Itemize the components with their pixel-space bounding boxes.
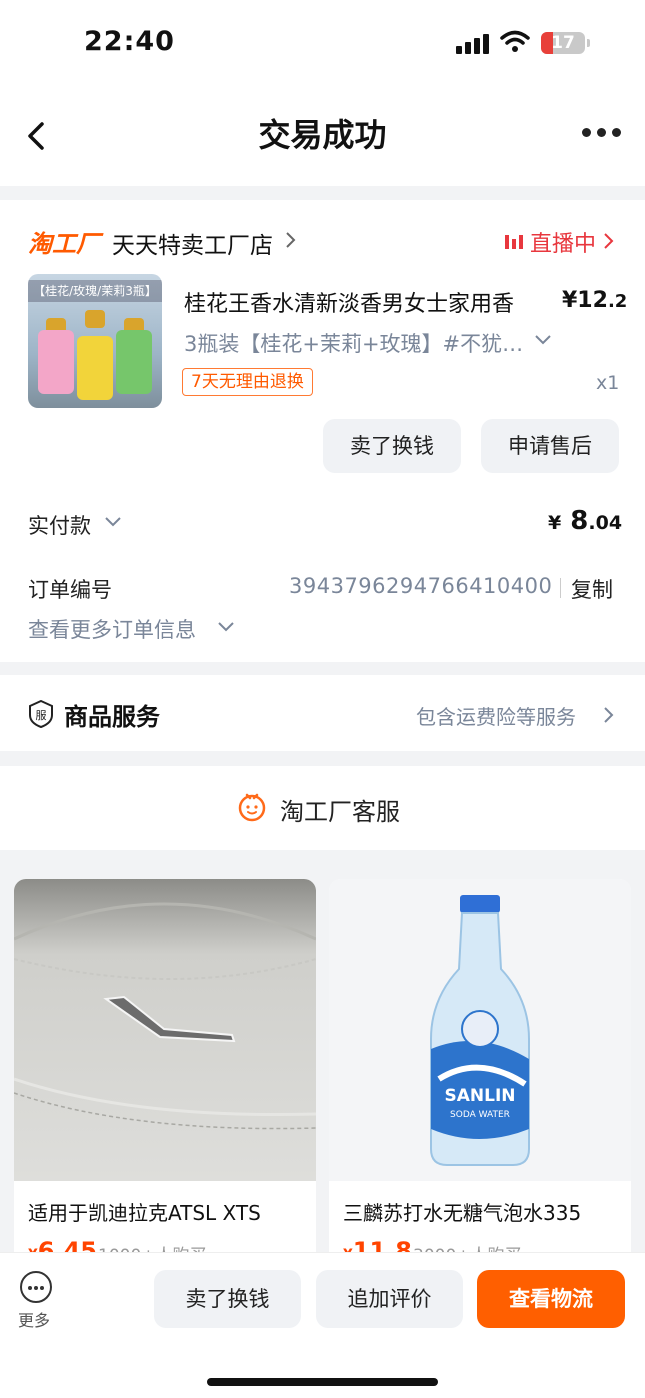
customer-service-card[interactable]: 淘工厂客服 [0,766,645,850]
chevron-right-icon [604,707,614,723]
chevron-down-icon[interactable] [104,516,122,528]
service-shield-icon: 服 [29,700,53,728]
status-bar: 22:40 17 [0,0,645,88]
svg-text:SODA WATER: SODA WATER [450,1110,510,1120]
customer-service-label: 淘工厂客服 [280,798,400,826]
svg-text:服: 服 [36,709,47,722]
brand-logo: 淘工厂 [28,230,100,258]
shop-name[interactable]: 天天特卖工厂店 [112,226,273,260]
battery-level: 17 [551,33,575,53]
recommendation-card[interactable]: 适用于凯迪拉克ATSL XTS ¥6.45 1000+人购买 [14,879,316,1279]
live-bars-icon [505,233,525,249]
paid-amount-label[interactable]: 实付款 [28,510,91,540]
recommendation-title: 三麟苏打水无糖气泡水335 [343,1201,582,1225]
order-number-label: 订单编号 [28,578,112,602]
chevron-right-icon [286,232,296,248]
view-logistics-button[interactable]: 查看物流 [477,1270,625,1328]
page-title: 交易成功 [258,116,387,154]
chevron-down-icon[interactable] [534,334,552,346]
more-options-icon[interactable] [582,128,622,142]
product-image [14,879,316,1181]
order-number: 3943796294766410400 [289,574,553,598]
order-card: 淘工厂 天天特卖工厂店 直播中 【桂花/玫瑰/茉莉3瓶】 桂花王香水清新淡香男女… [0,200,645,662]
chevron-down-icon[interactable] [217,621,235,633]
live-label[interactable]: 直播中 [530,226,596,258]
after-sale-button[interactable]: 申请售后 [481,419,619,473]
sell-for-cash-button[interactable]: 卖了换钱 [154,1270,301,1328]
bottom-action-bar: 更多 卖了换钱 追加评价 查看物流 [0,1252,645,1398]
return-policy-tag[interactable]: 7天无理由退换 [182,368,313,396]
service-description: 包含运费险等服务 [416,705,576,729]
sell-for-cash-button[interactable]: 卖了换钱 [323,419,461,473]
cellular-signal-icon [456,34,492,54]
product-thumbnail[interactable]: 【桂花/玫瑰/茉莉3瓶】 [28,274,162,408]
wifi-icon [500,30,530,52]
divider [560,578,561,598]
add-review-button[interactable]: 追加评价 [316,1270,463,1328]
chevron-right-icon [604,233,614,249]
customer-service-icon [238,793,266,822]
thumbnail-banner: 【桂花/玫瑰/茉莉3瓶】 [28,280,162,302]
more-icon[interactable] [20,1271,52,1303]
home-indicator [207,1378,438,1386]
nav-bar: 交易成功 [0,88,645,186]
product-sku[interactable]: 3瓶装【桂花+茉莉+玫瑰】#不犹… [184,328,529,358]
copy-button[interactable]: 复制 [571,574,613,604]
battery-icon: 17 [541,32,585,54]
paid-amount: ¥ 8.04 [548,506,623,536]
service-card[interactable]: 服 商品服务 包含运费险等服务 [0,675,645,751]
more-order-info-link[interactable]: 查看更多订单信息 [28,614,196,644]
recommendation-card[interactable]: SANLIN SODA WATER 三麟苏打水无糖气泡水335 ¥11.8 30… [329,879,631,1279]
svg-text:SANLIN: SANLIN [444,1086,515,1106]
more-label[interactable]: 更多 [18,1307,50,1331]
service-title: 商品服务 [64,703,160,731]
product-quantity: x1 [596,372,620,394]
product-image: SANLIN SODA WATER [329,879,631,1181]
status-time: 22:40 [84,26,175,57]
recommendation-title: 适用于凯迪拉克ATSL XTS [28,1201,261,1225]
product-title[interactable]: 桂花王香水清新淡香男女士家用香 [184,286,514,318]
product-price: ¥12.2 [562,288,628,313]
